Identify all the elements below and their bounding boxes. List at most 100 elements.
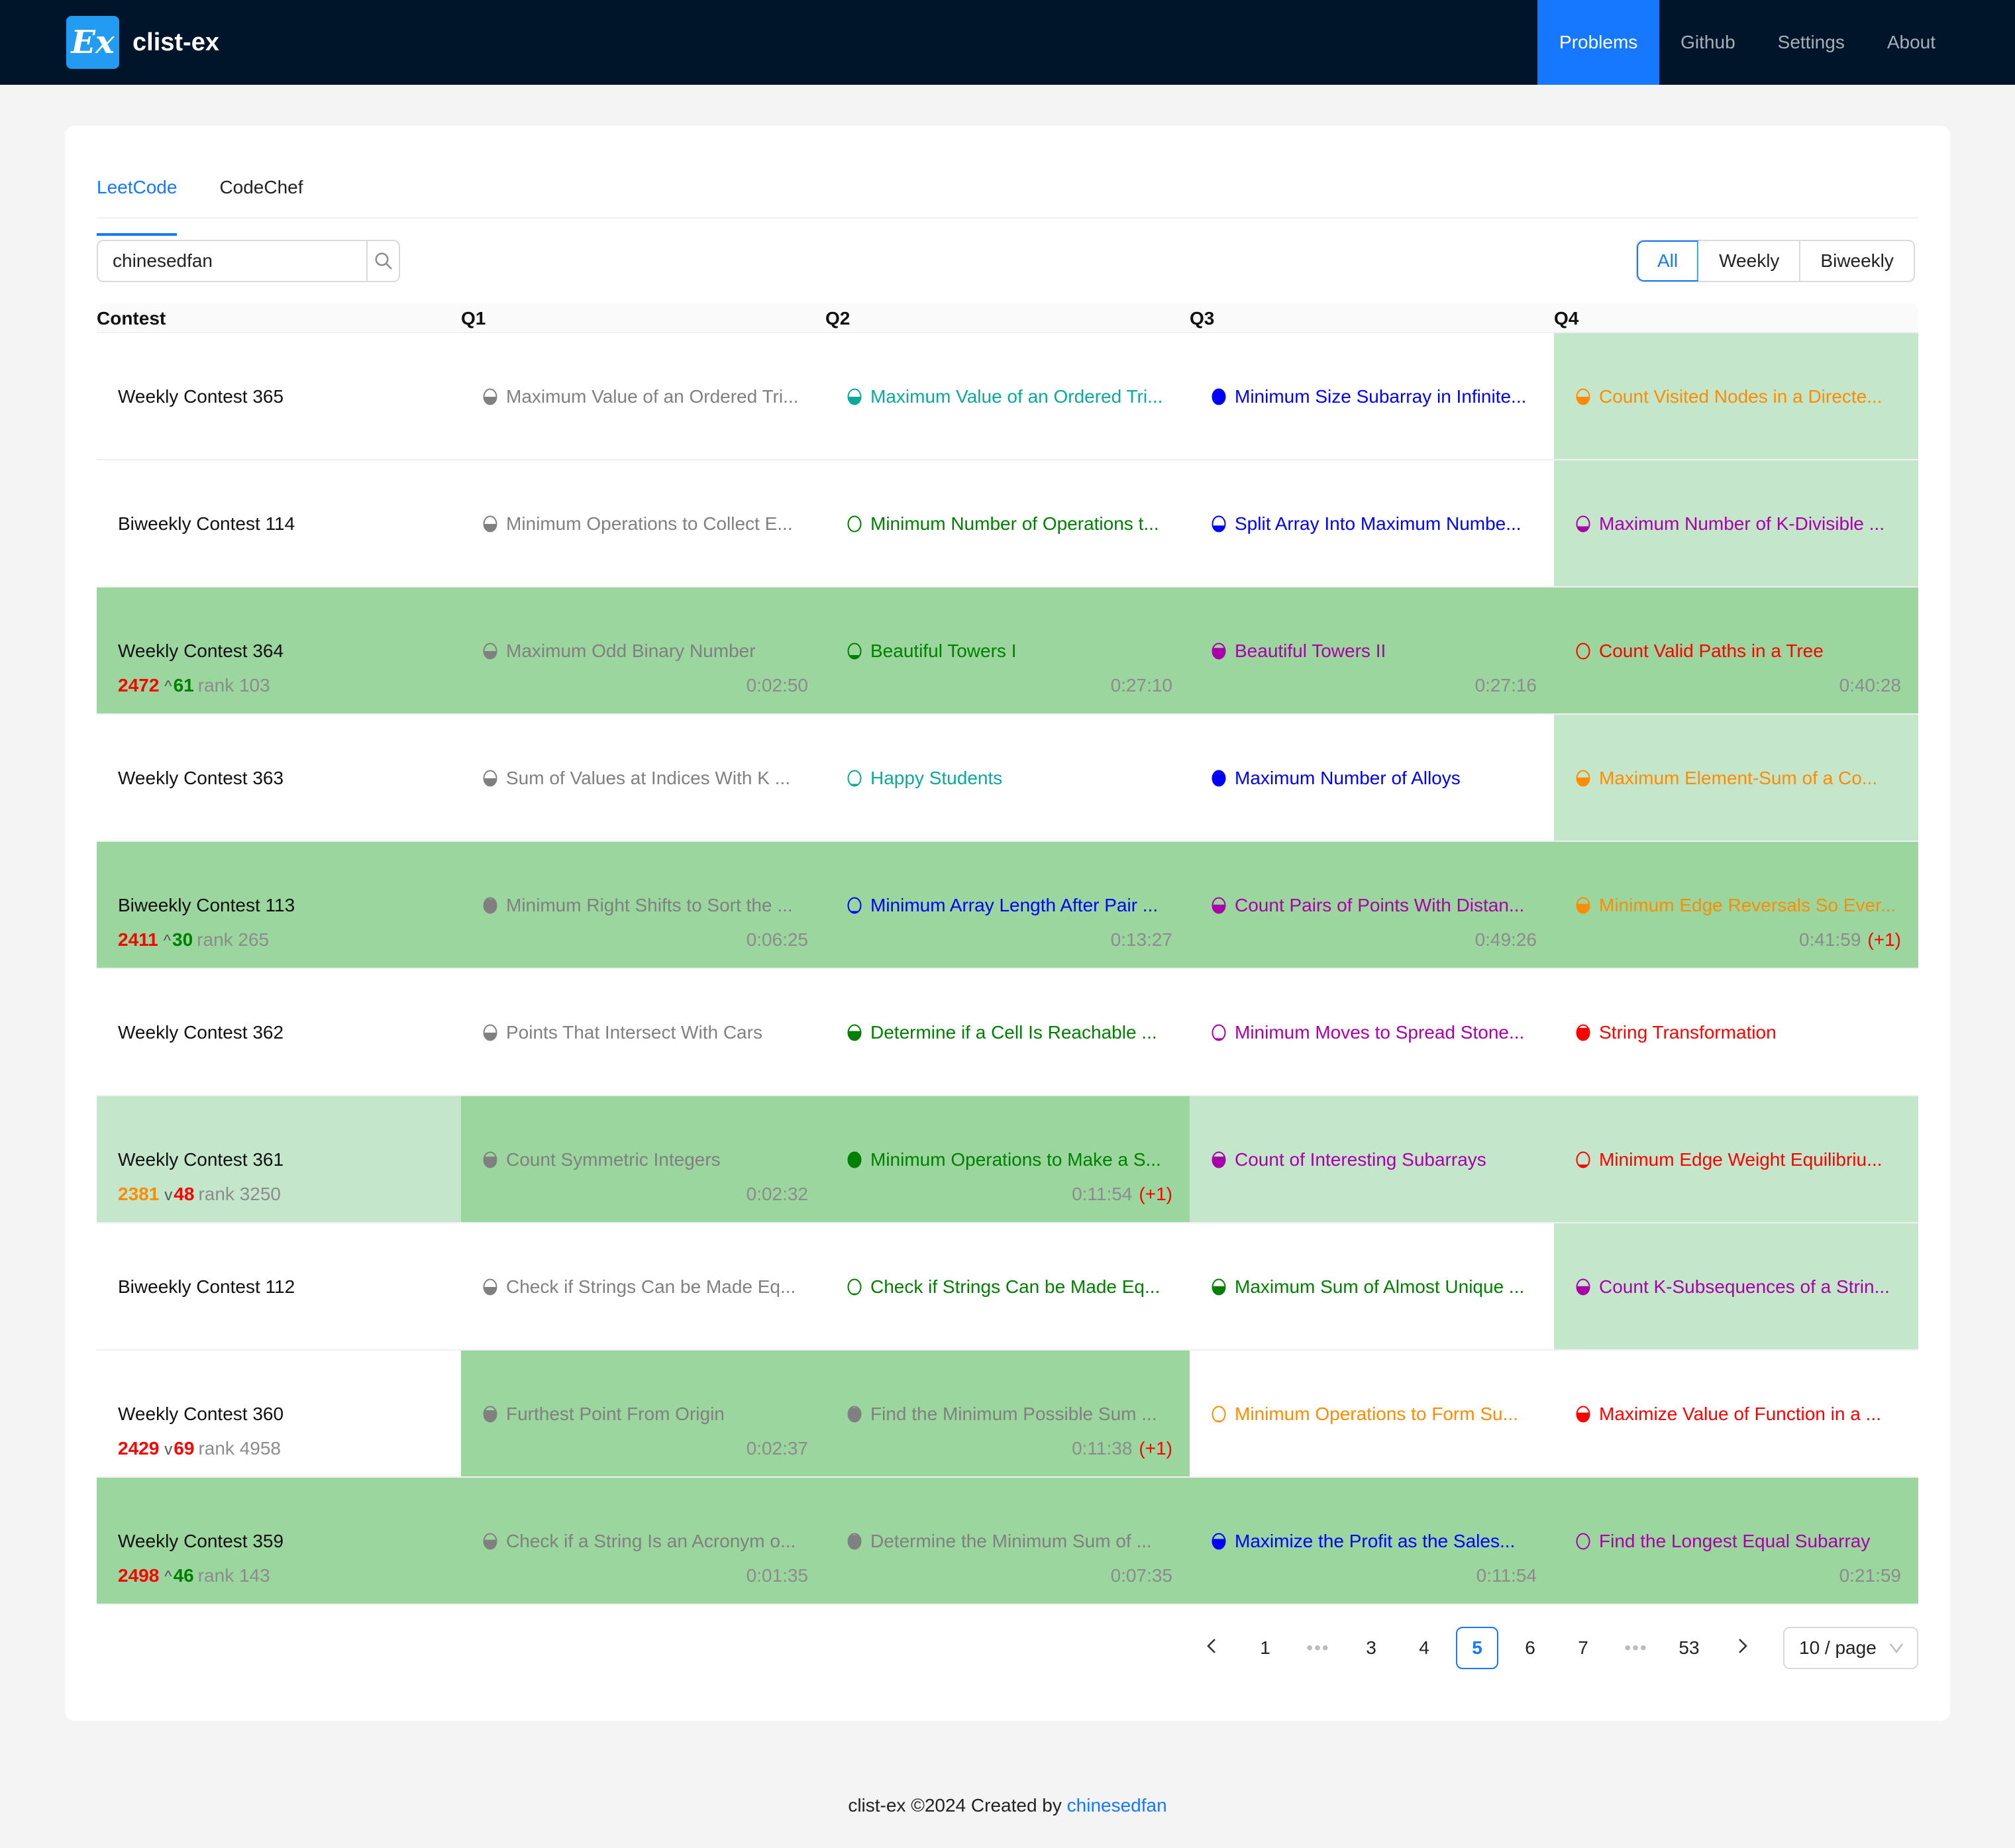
filter-biweekly[interactable]: Biweekly — [1799, 241, 1913, 281]
difficulty-circle-icon — [1212, 1024, 1226, 1041]
problem-link[interactable]: Maximize the Profit as the Sales... — [1211, 1529, 1542, 1553]
problem-cell-q1: Maximum Value of an Ordered Tri... — [461, 333, 825, 459]
problem-link[interactable]: Count of Interesting Subarrays — [1211, 1148, 1542, 1172]
nav-problems[interactable]: Problems — [1537, 0, 1660, 85]
page-jump-next[interactable]: ••• — [1615, 1627, 1657, 1669]
problem-link[interactable]: Check if Strings Can be Made Eq... — [482, 1275, 813, 1299]
problem-link[interactable]: String Transformation — [1575, 1021, 1906, 1045]
problem-link[interactable]: Minimum Operations to Make a S... — [847, 1148, 1178, 1172]
problem-cell-q1: Furthest Point From Origin 0:02:37 — [461, 1351, 825, 1476]
table-row: Biweekly Contest 114 Minimum Operations t… — [97, 460, 1918, 588]
contest-name[interactable]: Weekly Contest 364 — [118, 639, 284, 663]
problem-link[interactable]: Determine the Minimum Sum of ... — [847, 1529, 1178, 1553]
tab-leetcode[interactable]: LeetCode — [97, 174, 178, 236]
contest-name[interactable]: Biweekly Contest 113 — [118, 894, 295, 917]
problem-link[interactable]: Maximize Value of Function in a ... — [1575, 1402, 1906, 1426]
problem-link[interactable]: Happy Students — [847, 766, 1178, 790]
nav-settings[interactable]: Settings — [1757, 0, 1866, 85]
page-jump-prev[interactable]: ••• — [1297, 1627, 1339, 1669]
problem-title: Minimum Moves to Spread Stone... — [1235, 1022, 1525, 1043]
prev-page-button[interactable] — [1191, 1627, 1233, 1669]
problem-link[interactable]: Minimum Moves to Spread Stone... — [1211, 1021, 1542, 1045]
search-button[interactable] — [366, 241, 399, 281]
filter-all[interactable]: All — [1636, 240, 1699, 282]
solve-time-value: 0:11:38 — [1072, 1438, 1133, 1459]
brand-name[interactable]: clist-ex — [132, 25, 219, 60]
problem-link[interactable]: Minimum Right Shifts to Sort the ... — [482, 894, 813, 917]
problem-link[interactable]: Points That Intersect With Cars — [482, 1021, 813, 1045]
page-size-select[interactable]: 10 / page — [1783, 1627, 1918, 1669]
problem-link[interactable]: Find the Longest Equal Subarray — [1575, 1529, 1906, 1553]
problem-link[interactable]: Minimum Operations to Form Su... — [1211, 1402, 1542, 1426]
problem-link[interactable]: Maximum Value of an Ordered Tri... — [847, 385, 1178, 409]
problem-link[interactable]: Find the Minimum Possible Sum ... — [847, 1402, 1178, 1426]
problem-link[interactable]: Maximum Value of an Ordered Tri... — [482, 385, 813, 409]
logo-icon[interactable]: Ex — [66, 16, 119, 69]
difficulty-circle-icon — [483, 770, 497, 787]
problem-link[interactable]: Minimum Edge Reversals So Ever... — [1575, 894, 1906, 917]
problem-link[interactable]: Minimum Size Subarray in Infinite... — [1211, 385, 1542, 409]
problem-link[interactable]: Beautiful Towers II — [1211, 639, 1542, 663]
problem-cell-q1: Maximum Odd Binary Number 0:02:50 — [461, 588, 825, 713]
problem-link[interactable]: Check if Strings Can be Made Eq... — [847, 1275, 1178, 1299]
solve-time: 0:02:32 — [747, 1182, 808, 1206]
problem-link[interactable]: Furthest Point From Origin — [482, 1402, 813, 1426]
problem-link[interactable]: Maximum Odd Binary Number — [482, 639, 813, 663]
rating-up-icon: ^ — [163, 932, 172, 950]
difficulty-circle-icon — [483, 897, 497, 914]
page-7[interactable]: 7 — [1562, 1627, 1604, 1669]
problem-link[interactable]: Minimum Array Length After Pair ... — [847, 894, 1178, 917]
contest-name[interactable]: Weekly Contest 361 — [118, 1148, 284, 1172]
problem-link[interactable]: Split Array Into Maximum Numbe... — [1211, 512, 1542, 536]
problem-link[interactable]: Minimum Number of Operations t... — [847, 512, 1178, 536]
footer-text: clist-ex ©2024 Created by — [848, 1795, 1067, 1816]
nav-github[interactable]: Github — [1659, 0, 1757, 85]
contest-name[interactable]: Weekly Contest 365 — [118, 385, 284, 409]
contest-name[interactable]: Weekly Contest 362 — [118, 1021, 284, 1045]
page-5[interactable]: 5 — [1456, 1627, 1498, 1669]
problem-link[interactable]: Maximum Element-Sum of a Co... — [1575, 766, 1906, 790]
rating-summary: 2411 ^30 rank 265 — [118, 928, 269, 953]
contest-name[interactable]: Weekly Contest 363 — [118, 766, 284, 790]
problem-link[interactable]: Count Pairs of Points With Distan... — [1211, 894, 1542, 917]
problem-link[interactable]: Determine if a Cell Is Reachable ... — [847, 1021, 1178, 1045]
problem-cell-q2: Beautiful Towers I 0:27:10 — [825, 588, 1190, 713]
problem-link[interactable]: Count Valid Paths in a Tree — [1575, 639, 1906, 663]
page-6[interactable]: 6 — [1509, 1627, 1551, 1669]
rating-delta: 69 — [174, 1438, 195, 1459]
problem-link[interactable]: Check if a String Is an Acronym o... — [482, 1529, 813, 1553]
page-53[interactable]: 53 — [1668, 1627, 1710, 1669]
next-page-button[interactable] — [1721, 1627, 1763, 1669]
filter-weekly[interactable]: Weekly — [1698, 241, 1799, 281]
problem-cell-q4: Maximum Number of K-Divisible ... — [1554, 460, 1918, 586]
problem-cell-q4: Maximize Value of Function in a ... — [1554, 1351, 1918, 1476]
page-1[interactable]: 1 — [1244, 1627, 1286, 1669]
solve-time-value: 0:40:28 — [1839, 675, 1901, 695]
problem-link[interactable]: Minimum Edge Weight Equilibriu... — [1575, 1148, 1906, 1172]
search-input[interactable] — [98, 241, 366, 281]
page-4[interactable]: 4 — [1403, 1627, 1445, 1669]
page-3[interactable]: 3 — [1350, 1627, 1392, 1669]
difficulty-circle-icon — [847, 770, 862, 787]
footer-author-link[interactable]: chinesedfan — [1067, 1795, 1167, 1816]
rating-value: 2498 — [118, 1565, 160, 1586]
problem-link[interactable]: Maximum Number of K-Divisible ... — [1575, 512, 1906, 536]
problem-cell-q4: Minimum Edge Weight Equilibriu... — [1554, 1096, 1918, 1222]
problem-link[interactable]: Minimum Operations to Collect E... — [482, 512, 813, 536]
contest-name[interactable]: Weekly Contest 360 — [118, 1402, 284, 1426]
problem-link[interactable]: Sum of Values at Indices With K ... — [482, 766, 813, 790]
tab-codechef[interactable]: CodeChef — [219, 174, 303, 217]
problem-link[interactable]: Count Symmetric Integers — [482, 1148, 813, 1172]
problem-link[interactable]: Count K-Subsequences of a Strin... — [1575, 1275, 1906, 1299]
difficulty-circle-icon — [483, 642, 497, 660]
problem-link[interactable]: Count Visited Nodes in a Directe... — [1575, 385, 1906, 409]
problem-link[interactable]: Beautiful Towers I — [847, 639, 1178, 663]
contest-name[interactable]: Weekly Contest 359 — [118, 1529, 284, 1553]
problem-link[interactable]: Maximum Sum of Almost Unique ... — [1211, 1275, 1542, 1299]
problem-link[interactable]: Maximum Number of Alloys — [1211, 766, 1542, 790]
nav-about[interactable]: About — [1866, 0, 1957, 85]
contest-name[interactable]: Biweekly Contest 112 — [118, 1275, 295, 1299]
problem-title: Count Pairs of Points With Distan... — [1235, 895, 1525, 915]
contest-rank: rank 3250 — [198, 1184, 281, 1204]
contest-name[interactable]: Biweekly Contest 114 — [118, 512, 295, 536]
